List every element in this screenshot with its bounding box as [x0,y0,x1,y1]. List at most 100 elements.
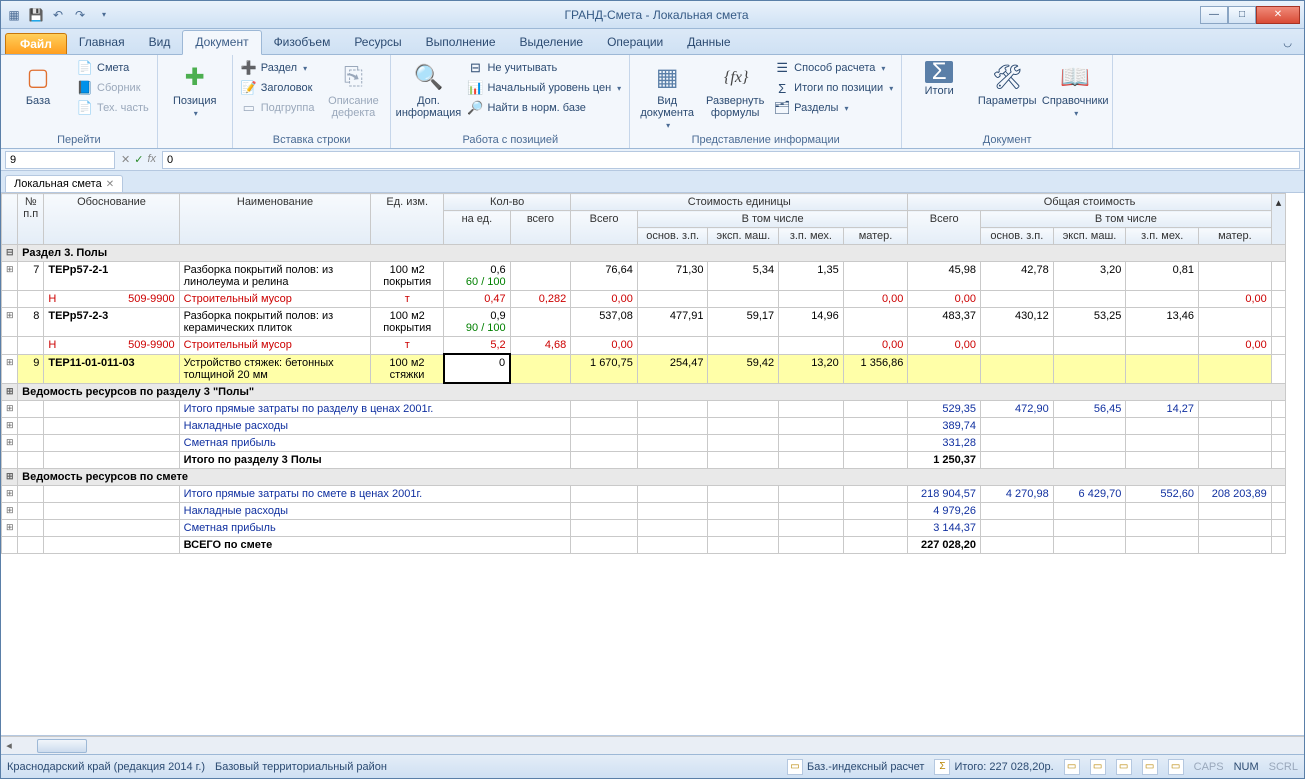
tab-main[interactable]: Главная [67,31,137,54]
cancel-icon[interactable]: ✕ [121,153,130,166]
subgroup-button[interactable]: ▭Подгруппа [239,99,317,117]
position-button[interactable]: ✚Позиция▾ [164,59,226,120]
th-obosn[interactable]: Обоснование [44,194,179,245]
header-icon: 📝 [241,80,257,96]
tab-execution[interactable]: Выполнение [414,31,508,54]
group-label: Перейти [7,132,151,148]
tab-file[interactable]: Файл [5,33,67,54]
summary-row[interactable]: ⊞Итого прямые затраты по разделу в ценах… [2,401,1286,418]
expand-formulas-button[interactable]: {fx}Развернуть формулы [704,59,766,121]
price-level-button[interactable]: 📊Начальный уровень цен▾ [465,79,623,97]
grid-area[interactable]: № п.п Обоснование Наименование Ед. изм. … [1,193,1304,736]
dop-info-button[interactable]: 🔍Доп. информация [397,59,459,121]
summary-row[interactable]: ВСЕГО по смете227 028,20 [2,537,1286,554]
undo-icon[interactable]: ↶ [49,6,67,24]
tab-fizobem[interactable]: Физобъем [262,31,343,54]
formula-value[interactable]: 0 [162,151,1300,169]
th-naim[interactable]: Наименование [179,194,371,245]
totals-button[interactable]: ΣИтоги [908,59,970,99]
group-label: Вставка строки [239,132,385,148]
qat-dropdown-icon[interactable]: ▾ [95,6,113,24]
tech-part-button[interactable]: 📄Тех. часть [75,99,151,117]
num-indicator: NUM [1234,761,1259,773]
page-icon: 📄 [77,100,93,116]
header-button[interactable]: 📝Заголовок [239,79,317,97]
sbornik-button[interactable]: 📘Сборник [75,79,151,97]
tab-operations[interactable]: Операции [595,31,675,54]
find-in-base-button[interactable]: 🔎Найти в норм. базе [465,99,623,117]
status-icon-5[interactable]: ▭ [1168,759,1184,775]
status-region[interactable]: Краснодарский край (редакция 2014 г.) [7,761,205,773]
app-icon[interactable]: ▦ [5,6,23,24]
table-row[interactable]: Н509-9900Строительный мусорт 5,24,68 0,0… [2,337,1286,355]
th-sed[interactable]: Стоимость единицы [571,194,908,211]
close-button[interactable]: ✕ [1256,6,1300,24]
titlebar: ▦ 💾 ↶ ↷ ▾ ГРАНД-Смета - Локальная смета … [1,1,1304,29]
status-icon-4[interactable]: ▭ [1142,759,1158,775]
pos-totals-button[interactable]: ΣИтоги по позиции▾ [772,79,895,97]
status-calc-mode[interactable]: ▭Баз.-индексный расчет [787,759,924,775]
selected-row[interactable]: ⊞9ТЕР11-01-011-03Устройство стяжек: бето… [2,354,1286,383]
estimate-grid[interactable]: № п.п Обоснование Наименование Ед. изм. … [1,193,1286,554]
fx-icon: {fx} [719,61,751,93]
table-row[interactable]: Н509-9900Строительный мусорт 0,470,282 0… [2,291,1286,308]
cell-reference[interactable]: 9 [5,151,115,169]
tab-resources[interactable]: Ресурсы [342,31,413,54]
defect-desc-button[interactable]: ⎘Описание дефекта [322,59,384,121]
summary-row[interactable]: ⊞Накладные расходы389,74 [2,418,1286,435]
references-button[interactable]: 📖Справочники▾ [1044,59,1106,120]
close-tab-icon[interactable]: ✕ [106,179,114,190]
sections-button[interactable]: 🗂Разделы▾ [772,99,895,117]
status-icon-2[interactable]: ▭ [1090,759,1106,775]
summary-row[interactable]: ⊞Сметная прибыль3 144,37 [2,520,1286,537]
accept-icon[interactable]: ✓ [134,153,143,166]
doc-tab-local[interactable]: Локальная смета✕ [5,175,123,192]
sigma-status-icon: Σ [934,759,950,775]
tab-selection[interactable]: Выделение [508,31,596,54]
th-obsh[interactable]: Общая стоимость [908,194,1271,211]
section-row[interactable]: ⊞Ведомость ресурсов по разделу 3 "Полы" [2,383,1286,401]
document-tabs: Локальная смета✕ [1,171,1304,193]
status-icon-3[interactable]: ▭ [1116,759,1132,775]
section-row[interactable]: ⊟Раздел 3. Полы [2,245,1286,262]
grid-icon: ▦ [651,61,683,93]
status-icon-1[interactable]: ▭ [1064,759,1080,775]
calc-method-button[interactable]: ☰Способ расчета▾ [772,59,895,77]
section-row[interactable]: ⊞Ведомость ресурсов по смете [2,469,1286,486]
tab-view[interactable]: Вид [137,31,183,54]
tab-data[interactable]: Данные [675,31,742,54]
horizontal-scrollbar[interactable]: ◂ [1,736,1304,754]
table-row[interactable]: ⊞8ТЕРр57-2-3Разборка покрытий полов: из … [2,308,1286,337]
sum-icon: Σ [925,61,953,83]
baza-button[interactable]: ▢База [7,59,69,109]
doc-status-icon: ▭ [787,759,803,775]
params-button[interactable]: 🛠Параметры [976,59,1038,109]
status-base-region[interactable]: Базовый территориальный район [215,761,387,773]
ignore-button[interactable]: ⊟Не учитывать [465,59,623,77]
chart-icon: 📊 [467,80,483,96]
summary-row[interactable]: ⊞Накладные расходы4 979,26 [2,503,1286,520]
table-row[interactable]: ⊞7ТЕРр57-2-1Разборка покрытий полов: из … [2,262,1286,291]
redo-icon[interactable]: ↷ [71,6,89,24]
status-total[interactable]: ΣИтого: 227 028,20р. [934,759,1053,775]
minus-icon: ⊟ [467,60,483,76]
save-icon[interactable]: 💾 [27,6,45,24]
doc-view-button[interactable]: ▦Вид документа▾ [636,59,698,132]
quick-access-toolbar: ▦ 💾 ↶ ↷ ▾ [5,6,113,24]
section-icon: ➕ [241,60,257,76]
smeta-button[interactable]: 📄Смета [75,59,151,77]
maximize-button[interactable]: □ [1228,6,1256,24]
summary-row[interactable]: ⊞Сметная прибыль331,28 [2,435,1286,452]
summary-row[interactable]: Итого по разделу 3 Полы1 250,37 [2,452,1286,469]
minimize-button[interactable]: — [1200,6,1228,24]
th-npp[interactable]: № п.п [18,194,44,245]
doc-icon: 📄 [77,60,93,76]
book-open-icon: 📖 [1059,61,1091,93]
th-ed[interactable]: Ед. изм. [371,194,444,245]
razdel-button[interactable]: ➕Раздел▾ [239,59,317,77]
th-kolvo[interactable]: Кол-во [444,194,571,211]
summary-row[interactable]: ⊞Итого прямые затраты по смете в ценах 2… [2,486,1286,503]
window-title: ГРАНД-Смета - Локальная смета [113,8,1200,22]
tab-document[interactable]: Документ [182,30,261,55]
ribbon-collapse-icon[interactable]: ◡ [1271,34,1304,54]
